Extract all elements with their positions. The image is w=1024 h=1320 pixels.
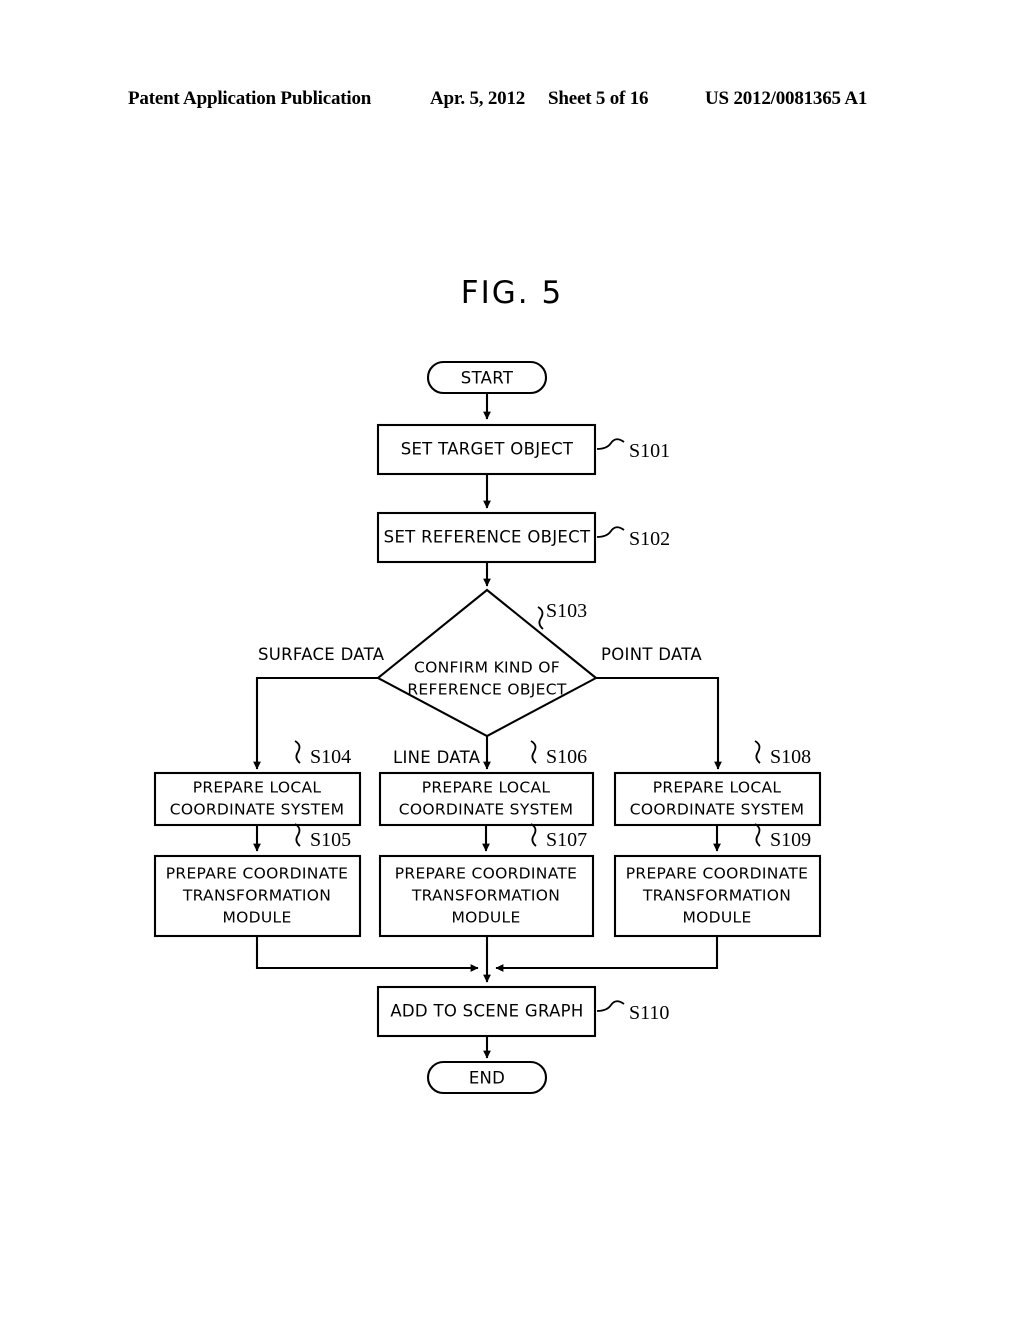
callout-squiggle-s109 — [754, 823, 761, 847]
branch-label-point-data: POINT DATA — [601, 645, 702, 664]
callout-squiggle-s103 — [537, 606, 544, 630]
decision-diamond-s103-line2: REFERENCE OBJECT — [407, 681, 566, 699]
process-box-s106-line1: PREPARE LOCAL — [422, 779, 551, 797]
branch-label-surface-data: SURFACE DATA — [258, 645, 385, 664]
process-box-s107-line2: TRANSFORMATION — [411, 887, 560, 905]
process-box-s106-line2: COORDINATE SYSTEM — [399, 801, 574, 819]
process-box-s105-line2: TRANSFORMATION — [182, 887, 331, 905]
step-label-s102: S102 — [629, 528, 670, 550]
connector-s103-right-branch — [596, 676, 722, 770]
callout-squiggle-s104 — [294, 740, 301, 764]
process-box-s107-line3: MODULE — [451, 909, 520, 927]
flowchart-diagram: START SET TARGET OBJECT S101 SET REFEREN… — [0, 0, 1024, 1320]
callout-squiggle-s102 — [596, 526, 625, 538]
callout-squiggle-s106 — [530, 740, 537, 764]
process-box-s104-line2: COORDINATE SYSTEM — [170, 801, 345, 819]
step-label-s103: S103 — [546, 600, 587, 622]
process-box-s105-line1: PREPARE COORDINATE — [166, 865, 349, 883]
callout-squiggle-s110 — [596, 1000, 625, 1012]
step-label-s101: S101 — [629, 440, 670, 462]
step-label-s108: S108 — [770, 746, 811, 768]
process-box-s110-label: ADD TO SCENE GRAPH — [390, 1002, 583, 1021]
callout-squiggle-s105 — [294, 823, 301, 847]
connector-s105-merge — [255, 936, 479, 972]
step-label-s110: S110 — [629, 1002, 669, 1024]
process-box-s104-line1: PREPARE LOCAL — [193, 779, 322, 797]
connector-s109-merge — [495, 936, 719, 972]
process-box-s108-line2: COORDINATE SYSTEM — [630, 801, 805, 819]
process-box-s102-label: SET REFERENCE OBJECT — [384, 528, 591, 547]
process-box-s108-line1: PREPARE LOCAL — [653, 779, 782, 797]
decision-diamond-s103-line1: CONFIRM KIND OF — [414, 659, 560, 677]
step-label-s107: S107 — [546, 829, 587, 851]
process-box-s109-line1: PREPARE COORDINATE — [626, 865, 809, 883]
process-box-s109-line2: TRANSFORMATION — [642, 887, 791, 905]
step-label-s105: S105 — [310, 829, 351, 851]
step-label-s104: S104 — [310, 746, 351, 768]
callout-squiggle-s108 — [754, 740, 761, 764]
process-box-s109-line3: MODULE — [682, 909, 751, 927]
start-terminal-label: START — [461, 369, 514, 388]
process-box-s105-line3: MODULE — [222, 909, 291, 927]
callout-squiggle-s101 — [596, 438, 625, 450]
end-terminal-label: END — [469, 1069, 505, 1088]
callout-squiggle-s107 — [530, 823, 537, 847]
process-box-s107-line1: PREPARE COORDINATE — [395, 865, 578, 883]
step-label-s109: S109 — [770, 829, 811, 851]
branch-label-line-data: LINE DATA — [393, 748, 481, 767]
step-label-s106: S106 — [546, 746, 587, 768]
process-box-s101-label: SET TARGET OBJECT — [401, 440, 574, 459]
